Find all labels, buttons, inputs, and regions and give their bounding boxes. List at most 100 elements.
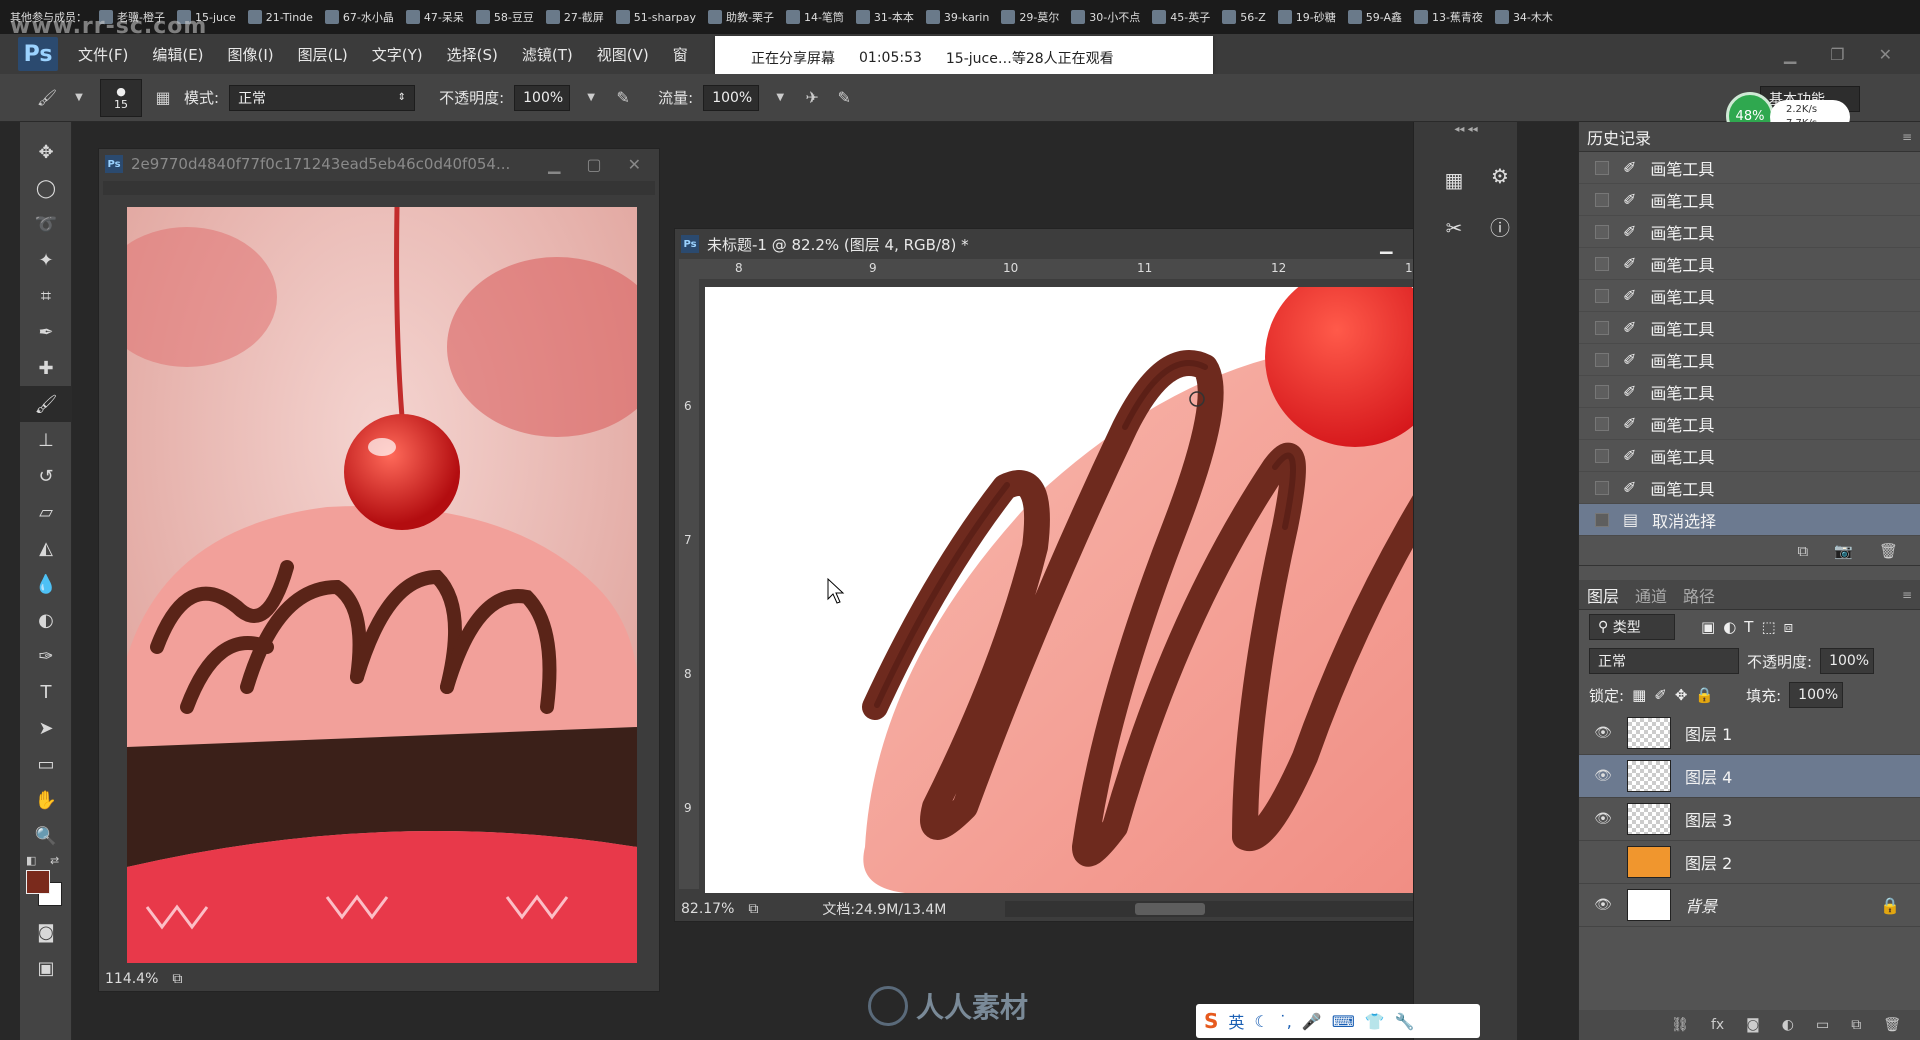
zoom-tool-icon[interactable]: 🔍 [20,818,72,854]
layer-kind-filter[interactable]: ⚲ 类型 [1589,614,1675,640]
history-snapshot-checkbox[interactable] [1595,160,1609,175]
menu-filter[interactable]: 滤镜(T) [510,44,585,65]
default-colors-icon[interactable]: ◧ [26,854,36,867]
menu-edit[interactable]: 编辑(E) [140,44,215,65]
dodge-tool-icon[interactable]: ◐ [20,602,72,638]
participant-item[interactable]: 67-水小晶 [321,9,398,25]
paint-bucket-tool-icon[interactable]: ◭ [20,530,72,566]
participant-item[interactable]: 27-截屏 [542,9,608,25]
airbrush-icon[interactable]: ✈ [801,87,823,109]
lock-transparency-icon[interactable]: ▦ [1632,686,1646,704]
participant-item[interactable]: 29-莫尔 [997,9,1063,25]
history-panel-header[interactable]: 历史记录 ≡ [1579,122,1920,152]
microphone-icon[interactable]: 🎤 [1302,1012,1322,1031]
crop-tool-icon[interactable]: ⌗ [20,278,72,314]
history-item[interactable]: ✐ 画笔工具 [1579,440,1920,472]
history-item[interactable]: ✐ 画笔工具 [1579,472,1920,504]
history-snapshot-checkbox[interactable] [1595,416,1609,431]
history-snapshot-checkbox[interactable] [1595,384,1609,399]
app-restore-icon[interactable]: ❐ [1830,45,1844,64]
pressure-opacity-icon[interactable]: ✎ [612,87,634,109]
panel-menu-icon[interactable]: ≡ [1902,588,1920,602]
history-item[interactable]: ✐ 画笔工具 [1579,248,1920,280]
settings-wrench-icon[interactable]: 🔧 [1395,1012,1415,1031]
filter-adjustment-icon[interactable]: ◐ [1723,618,1736,636]
tab-paths[interactable]: 路径 [1683,583,1715,607]
menu-select[interactable]: 选择(S) [435,44,510,65]
minimize-icon[interactable]: ▁ [1380,235,1392,254]
brush-tool-icon[interactable]: 🖌 [20,386,72,422]
participant-item[interactable]: 56-Z [1218,10,1270,24]
history-snapshot-checkbox[interactable] [1595,352,1609,367]
collapse-arrows-icon[interactable]: ◂◂ ◂◂ [1414,122,1518,136]
layer-style-fx-icon[interactable]: fx [1711,1017,1724,1033]
eyedropper-tool-icon[interactable]: ✒ [20,314,72,350]
participant-item[interactable]: 13-蕉青夜 [1410,9,1487,25]
clone-stamp-tool-icon[interactable]: ⊥ [20,422,72,458]
eye-icon[interactable]: 👁 [1593,897,1613,913]
opacity-input[interactable]: 100% [514,84,571,111]
history-snapshot-checkbox[interactable] [1595,512,1609,527]
zoom-level[interactable]: 82.17% [681,901,734,917]
navigator-panel-icon[interactable]: ▦ [1436,162,1472,198]
add-mask-icon[interactable]: ◙ [1746,1017,1760,1033]
chevron-down-icon[interactable]: ▼ [769,87,791,109]
tab-layers[interactable]: 图层 [1587,583,1619,607]
shape-tool-icon[interactable]: ▭ [20,746,72,782]
history-item[interactable]: ✐ 画笔工具 [1579,216,1920,248]
info-panel-icon[interactable]: ⓘ [1482,208,1518,244]
history-item[interactable]: ✐ 画笔工具 [1579,376,1920,408]
sogou-logo-icon[interactable]: S [1204,1009,1218,1033]
mode-select[interactable]: 正常 ⇕ [229,84,416,111]
brush-preset-icon[interactable]: 🖌 [36,87,58,109]
adjustment-layer-icon[interactable]: ◐ [1782,1017,1794,1033]
participant-item[interactable]: 助教-栗子 [704,9,778,25]
trash-icon[interactable]: 🗑 [1883,1017,1901,1033]
menu-type[interactable]: 文字(Y) [360,44,435,65]
type-tool-icon[interactable]: T [20,674,72,710]
minimize-icon[interactable]: ▁ [548,155,560,174]
history-snapshot-checkbox[interactable] [1595,448,1609,463]
participant-item[interactable]: 39-karin [922,10,993,24]
history-item-selected[interactable]: ▤ 取消选择 [1579,504,1920,536]
move-tool-icon[interactable]: ✥ [20,134,72,170]
menu-view[interactable]: 视图(V) [585,44,661,65]
screen-mode-icon[interactable]: ▣ [20,950,72,986]
eraser-tool-icon[interactable]: ▱ [20,494,72,530]
participant-item[interactable]: 58-豆豆 [472,9,538,25]
keyboard-icon[interactable]: ⌨ [1332,1012,1355,1031]
hand-tool-icon[interactable]: ✋ [20,782,72,818]
eye-icon[interactable]: 👁 [1593,725,1613,741]
history-item[interactable]: ✐ 画笔工具 [1579,408,1920,440]
punctuation-icon[interactable]: ˙, [1279,1012,1292,1031]
magic-wand-tool-icon[interactable]: ✦ [20,242,72,278]
trash-icon[interactable]: 🗑 [1879,542,1898,560]
filter-smart-object-icon[interactable]: ⧈ [1784,618,1794,636]
healing-brush-tool-icon[interactable]: ✚ [20,350,72,386]
doc-titlebar[interactable]: Ps 未标题-1 @ 82.2% (图层 4, RGB/8) * ▁ ▢ ✕ [675,229,1491,259]
filter-shape-icon[interactable]: ⬚ [1761,618,1775,636]
lasso-tool-icon[interactable]: ➰ [20,206,72,242]
app-minimize-icon[interactable]: ▁ [1784,45,1796,64]
history-snapshot-checkbox[interactable] [1595,288,1609,303]
participant-item[interactable]: 45-英子 [1148,9,1214,25]
new-group-icon[interactable]: ▭ [1816,1017,1829,1033]
history-snapshot-checkbox[interactable] [1595,320,1609,335]
participant-item[interactable]: 19-砂糖 [1274,9,1340,25]
menu-file[interactable]: 文件(F) [66,44,140,65]
marquee-tool-icon[interactable]: ◯ [20,170,72,206]
maximize-icon[interactable]: ▢ [586,155,601,174]
menu-layer[interactable]: 图层(L) [286,44,360,65]
layer-row-selected[interactable]: 👁 图层 4 [1579,755,1920,798]
layer-row[interactable]: 👁 图层 1 [1579,712,1920,755]
history-item[interactable]: ✐ 画笔工具 [1579,280,1920,312]
moon-icon[interactable]: ☾ [1254,1012,1268,1031]
layer-row-background[interactable]: 👁 背景 🔒 [1579,884,1920,927]
tab-channels[interactable]: 通道 [1635,583,1667,607]
participant-item[interactable]: 34-木木 [1491,9,1557,25]
layer-row[interactable]: 👁 图层 3 [1579,798,1920,841]
chevron-down-icon[interactable]: ▼ [580,87,602,109]
horizontal-scrollbar[interactable] [1005,901,1475,917]
history-item[interactable]: ✐ 画笔工具 [1579,152,1920,184]
panel-menu-icon[interactable]: ≡ [1902,130,1920,144]
